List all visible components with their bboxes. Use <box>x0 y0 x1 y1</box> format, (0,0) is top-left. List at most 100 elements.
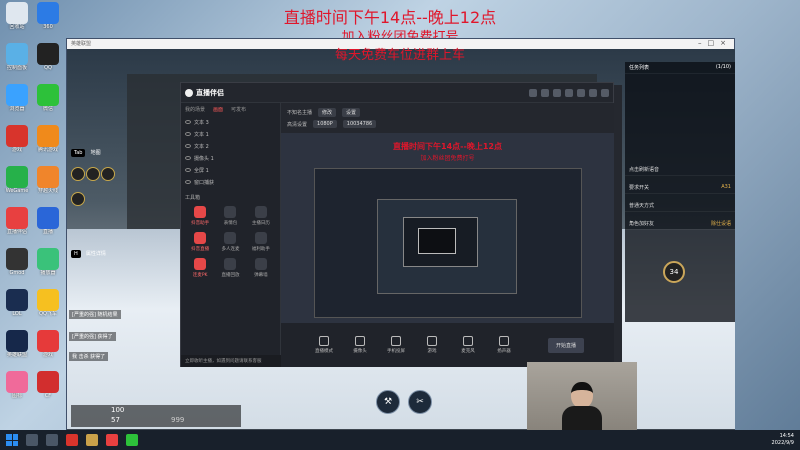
desktop-icon[interactable]: 360 <box>33 2 63 31</box>
grid-icon[interactable] <box>541 88 549 97</box>
desktop-icon[interactable]: QQ <box>33 43 63 72</box>
broadcaster-window[interactable]: 直播伴侣 我的场景 画面 可发布 文本 3 文本 1 文本 2 摄像头 1 全屏 1 窗口捕获… <box>180 82 614 367</box>
gift-icon[interactable] <box>565 88 573 97</box>
eye-icon[interactable] <box>185 180 191 184</box>
window-controls[interactable]: –□× <box>698 39 732 47</box>
windows-start-icon[interactable] <box>6 434 18 446</box>
tool-icon <box>194 206 207 218</box>
taskbar-clock[interactable]: 14:54 2022/9/9 <box>772 433 794 447</box>
desktop-icon[interactable]: 图标 <box>2 371 32 400</box>
preview-overlay-title: 直播时间下午14点--晚上12点 <box>393 142 502 151</box>
desktop-icon[interactable]: 微信 <box>33 84 63 113</box>
toolbox-item[interactable]: 福利助手 <box>246 232 276 252</box>
toolbox-item[interactable]: 连麦PK <box>185 258 215 278</box>
skill-icon[interactable] <box>86 167 100 181</box>
scene-item[interactable]: 窗口捕获 <box>181 176 280 188</box>
scene-item[interactable]: 文本 2 <box>181 140 280 152</box>
desktop-icon-label: 英雄联盟 <box>6 352 27 358</box>
desktop-icon[interactable]: 回收站 <box>2 2 32 31</box>
ammo-value: 999 <box>171 416 185 424</box>
desktop-icon[interactable]: 游戏 <box>2 125 32 154</box>
scene-tab[interactable]: 我的场景 <box>185 106 205 113</box>
stream-info-item[interactable]: 1080P <box>313 120 337 128</box>
skill-icon[interactable] <box>71 167 85 181</box>
toolbox-item[interactable]: 弹幕墙 <box>246 258 276 278</box>
task-row[interactable]: 要求开关 A31 <box>625 182 735 194</box>
toolbox-item[interactable]: 抖音助手 <box>185 206 215 226</box>
scene-item[interactable]: 文本 3 <box>181 116 280 128</box>
broadcaster-icon[interactable] <box>106 434 118 446</box>
desktop-icon[interactable]: 游戏 <box>33 330 63 359</box>
game-icon[interactable] <box>86 434 98 446</box>
scene-item[interactable]: 全屏 1 <box>181 164 280 176</box>
desktop-icon-label: 微信 <box>42 106 53 112</box>
toolbox-item[interactable]: 抖音直播 <box>185 232 215 252</box>
chat-line: [严重的强] 随机结果 <box>69 310 121 319</box>
toolbox-item[interactable]: 直播回放 <box>215 258 245 278</box>
pickaxe-icon[interactable]: ⚒ <box>376 390 400 414</box>
control-button[interactable]: 麦克风 <box>455 336 481 354</box>
settings-icon[interactable] <box>577 88 585 97</box>
desktop-icon[interactable]: QQ飞车 <box>33 289 63 318</box>
desktop-icon[interactable]: 浏览器 <box>2 84 32 113</box>
scene-item-label: 文本 2 <box>194 143 209 150</box>
desktop-icon[interactable]: LOL <box>2 289 32 318</box>
task-row[interactable]: 角色加好友 除仕设语 <box>625 218 735 230</box>
scene-item[interactable]: 摄像头 1 <box>181 152 280 164</box>
task-row[interactable]: 普通天方式 <box>625 200 735 212</box>
eye-icon[interactable] <box>185 144 191 148</box>
desktop-icon[interactable]: 直播 <box>33 207 63 236</box>
toolbox-item[interactable]: 多人连麦 <box>215 232 245 252</box>
desktop-icon[interactable]: 播放器 <box>33 248 63 277</box>
broadcaster-scrollbar[interactable] <box>614 85 622 363</box>
toolbox-item[interactable]: 表情包 <box>215 206 245 226</box>
desktop-icon[interactable]: Gmod <box>2 248 32 277</box>
broadcaster-main: 不知名主播 修改 设置 高清设置 1080P 10034786 直播时间下午14点--晚… <box>281 103 614 367</box>
desktop-icon[interactable]: 直播伴侣 <box>2 207 32 236</box>
control-button[interactable]: 游戏 <box>419 336 445 354</box>
desktop-icon[interactable]: 控制面板 <box>2 43 32 72</box>
eye-icon[interactable] <box>185 120 191 124</box>
toolbox-grid: 抖音助手 表情包 主播日历抖音直播 多人连麦 福利助手连麦PK 直播回放 弹幕墙 <box>181 204 280 280</box>
desktop-icon-label: 直播伴侣 <box>6 229 27 235</box>
taskview-icon[interactable] <box>46 434 58 446</box>
toolbox-item[interactable]: 主播日历 <box>246 206 276 226</box>
tools-icon[interactable]: ✂ <box>408 390 432 414</box>
settings-icon[interactable] <box>71 192 85 206</box>
desktop-icon[interactable]: 腾讯游戏 <box>33 125 63 154</box>
stream-info-item[interactable]: 设置 <box>342 107 361 117</box>
hp-value: 57 <box>111 416 120 424</box>
app-icon <box>6 330 28 352</box>
message-icon[interactable] <box>553 88 561 97</box>
browser-icon[interactable] <box>66 434 78 446</box>
camera-icon[interactable] <box>529 88 537 97</box>
desktop-icon[interactable]: WeGame <box>2 166 32 195</box>
stream-info-item: 高清设置 <box>287 121 308 128</box>
stream-info-item[interactable]: 修改 <box>318 107 337 117</box>
task-row[interactable]: 点击刷新语音 <box>625 164 735 176</box>
control-button[interactable]: 摄像头 <box>347 336 373 354</box>
minimize-icon[interactable] <box>589 88 597 97</box>
scene-tab[interactable]: 可发布 <box>231 106 246 113</box>
scene-item[interactable]: 文本 1 <box>181 128 280 140</box>
start-stream-button[interactable]: 开始直播 <box>547 337 584 353</box>
desktop-icon-label: 直播 <box>42 229 53 235</box>
eye-icon[interactable] <box>185 156 191 160</box>
skill-icon[interactable] <box>101 167 115 181</box>
wechat-icon[interactable] <box>126 434 138 446</box>
stream-info-item[interactable]: 10034786 <box>342 120 377 128</box>
control-button[interactable]: 直播模式 <box>311 336 337 354</box>
desktop-icon[interactable]: CF <box>33 371 63 400</box>
search-icon[interactable] <box>26 434 38 446</box>
desktop-icon[interactable]: 穿越火线 <box>33 166 63 195</box>
eye-icon[interactable] <box>185 168 191 172</box>
app-icon <box>6 371 28 393</box>
close-icon[interactable] <box>601 88 609 97</box>
control-button[interactable]: 手机投屏 <box>383 336 409 354</box>
desktop-icon[interactable]: 英雄联盟 <box>2 330 32 359</box>
scene-tab[interactable]: 画面 <box>213 106 223 113</box>
desktop-icon-label: 穿越火线 <box>37 188 58 194</box>
stream-preview[interactable]: 直播时间下午14点--晚上12点 加入粉丝团免费打号 <box>281 133 614 323</box>
control-button[interactable]: 扬声器 <box>491 336 517 354</box>
eye-icon[interactable] <box>185 132 191 136</box>
